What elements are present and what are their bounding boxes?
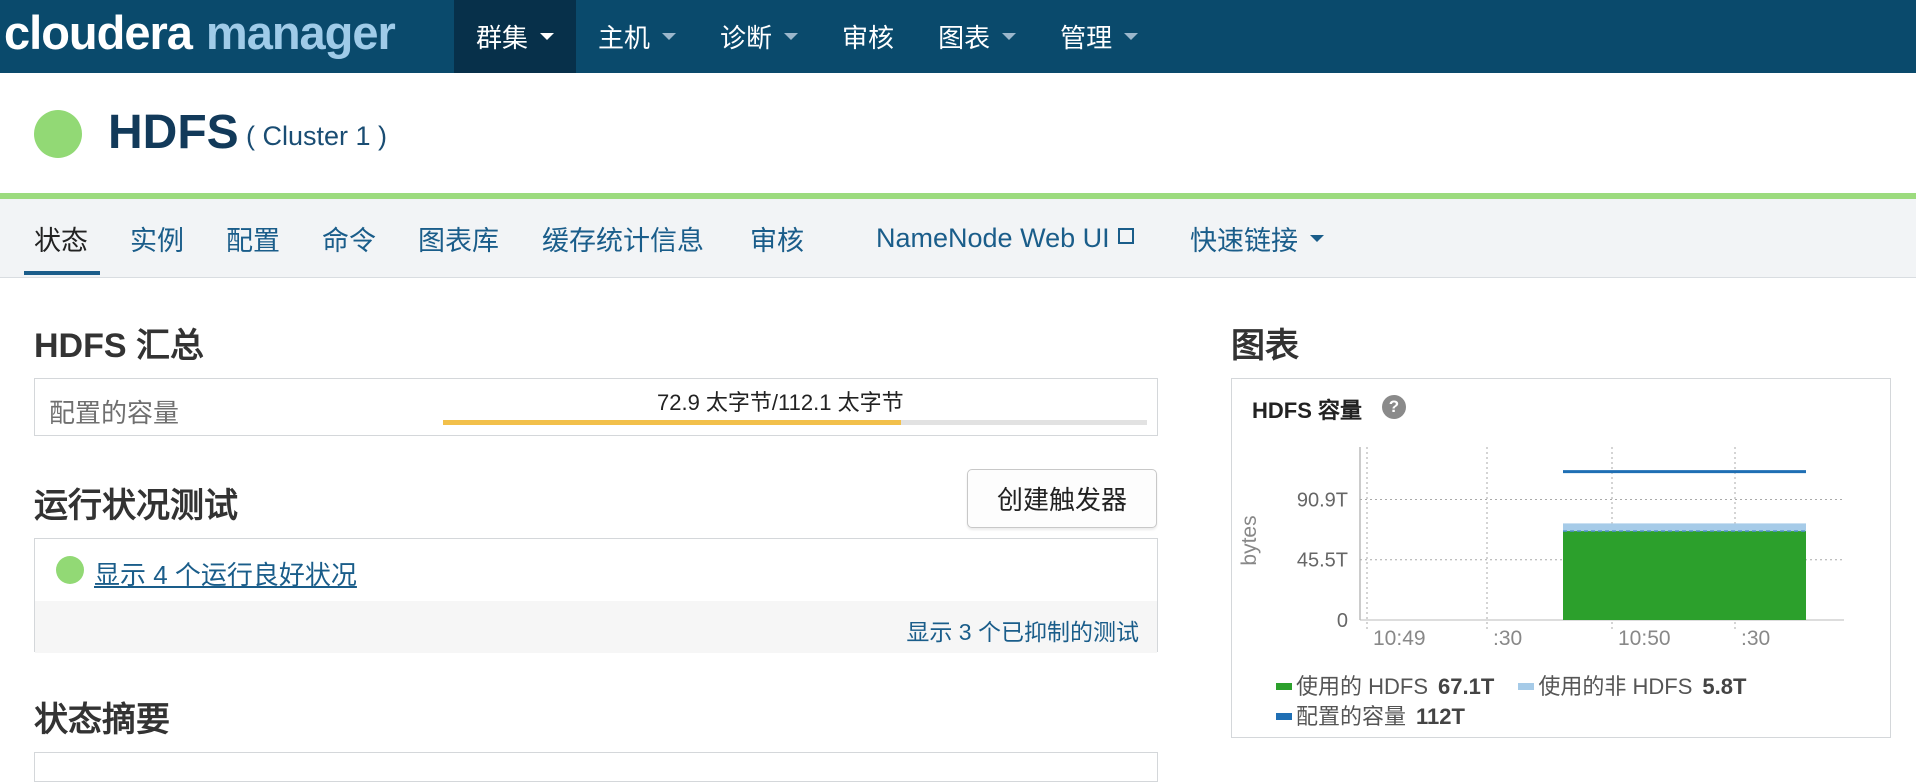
x-tick-label: 10:49: [1373, 627, 1426, 650]
tab-cache-statistics-label: 缓存统计信息: [542, 225, 704, 256]
tab-quick-links[interactable]: 快速链接: [1190, 199, 1324, 277]
tab-configuration-label: 配置: [226, 225, 280, 256]
health-tests-panel: 显示 4 个运行良好状况 显示 3 个已抑制的测试: [34, 538, 1158, 653]
nav-clusters-label: 群集: [476, 23, 529, 53]
tab-commands-label: 命令: [322, 225, 376, 256]
capacity-progress-fill: [443, 420, 901, 425]
service-cluster-name[interactable]: ( Cluster 1 ): [246, 121, 387, 152]
tab-namenode-web-ui[interactable]: NameNode Web UI: [876, 199, 1134, 277]
health-tests-heading: 运行状况测试: [34, 487, 238, 525]
legend-item-used-hdfs[interactable]: 使用的 HDFS 67.1T: [1276, 672, 1494, 702]
caret-down-icon: [784, 33, 799, 40]
tab-status-label: 状态: [34, 225, 88, 256]
tab-audits[interactable]: 审核: [750, 199, 804, 277]
tab-instances[interactable]: 实例: [130, 199, 184, 277]
nav-hosts[interactable]: 主机: [576, 0, 698, 73]
legend-value-used-hdfs: 67.1T: [1438, 674, 1495, 699]
active-tab-indicator: [24, 271, 100, 275]
nav-clusters[interactable]: 群集: [454, 0, 577, 73]
caret-down-icon: [1310, 234, 1324, 242]
nav-diagnostics-label: 诊断: [720, 23, 773, 53]
tab-chart-library[interactable]: 图表库: [418, 199, 499, 277]
nav-administration-label: 管理: [1060, 23, 1113, 53]
tab-namenode-web-ui-label: NameNode Web UI: [876, 222, 1110, 253]
nav-charts[interactable]: 图表: [916, 0, 1038, 73]
nav-hosts-label: 主机: [598, 23, 651, 53]
status-summary-panel: [34, 752, 1158, 782]
create-trigger-button[interactable]: 创建触发器: [967, 469, 1157, 528]
hdfs-summary-heading: HDFS 汇总: [34, 327, 204, 365]
tab-quick-links-label: 快速链接: [1190, 225, 1298, 256]
show-good-health-link[interactable]: 显示 4 个运行良好状况: [94, 555, 357, 592]
suppressed-tests-row: 显示 3 个已抑制的测试: [35, 601, 1157, 653]
nav-charts-label: 图表: [938, 23, 991, 53]
top-navbar: cloudera manager 群集 主机 诊断 审核 图表 管理: [0, 0, 1916, 73]
legend-swatch-used-hdfs: [1276, 682, 1292, 690]
service-tabs: 状态 实例 配置 命令 图表库 缓存统计信息 审核 NameNode Web U…: [0, 199, 1916, 278]
y-tick-label: 90.9T: [1297, 490, 1348, 512]
tab-audits-label: 审核: [750, 225, 804, 256]
external-link-icon: [1117, 228, 1134, 244]
health-good-row: 显示 4 个运行良好状况: [35, 539, 1157, 602]
hdfs-capacity-chart-panel: HDFS 容量 ? 0 45.5T 90.9T 10:49:30 10:50:30 byt…: [1231, 378, 1891, 738]
legend-item-used-non-hdfs[interactable]: 使用的非 HDFS 5.8T: [1518, 672, 1746, 702]
nav-administration[interactable]: 管理: [1038, 0, 1160, 73]
cloudera-manager-logo[interactable]: cloudera manager: [4, 2, 396, 62]
status-summary-heading: 状态摘要: [34, 701, 170, 739]
good-health-icon: [56, 556, 84, 584]
tab-status[interactable]: 状态: [34, 199, 88, 277]
tab-commands[interactable]: 命令: [322, 199, 376, 277]
tab-chart-library-label: 图表库: [418, 225, 499, 256]
show-suppressed-tests-link[interactable]: 显示 3 个已抑制的测试: [906, 613, 1139, 647]
service-title: HDFS: [108, 106, 239, 159]
y-axis-label: bytes: [1238, 515, 1261, 565]
service-header: HDFS ( Cluster 1 ): [0, 73, 1916, 193]
service-status-icon: [34, 110, 82, 158]
legend-label-used-hdfs: 使用的 HDFS: [1296, 674, 1429, 699]
legend-label-configured-capacity: 配置的容量: [1296, 704, 1407, 729]
charts-heading: 图表: [1231, 327, 1299, 365]
series-area-used-non-hdfs: [1563, 523, 1806, 532]
series-area-used-hdfs: [1563, 531, 1806, 620]
caret-down-icon: [1124, 33, 1139, 40]
tab-cache-statistics[interactable]: 缓存统计信息: [542, 199, 704, 277]
main-nav: 群集 主机 诊断 审核 图表 管理: [454, 0, 1160, 73]
caret-down-icon: [540, 33, 555, 40]
configured-capacity-row: 配置的容量 72.9 太字节/112.1 太字节: [34, 378, 1158, 436]
capacity-progress-bar: [443, 420, 1147, 425]
legend-label-used-non-hdfs: 使用的非 HDFS: [1538, 674, 1693, 699]
chart-legend: 使用的 HDFS 67.1T 使用的非 HDFS 5.8T 配置的容量 112T: [1276, 672, 1876, 732]
nav-audits[interactable]: 审核: [820, 0, 916, 73]
nav-audits-label: 审核: [842, 23, 895, 53]
configured-capacity-label: 配置的容量: [49, 398, 180, 428]
logo-text-manager: manager: [205, 5, 396, 59]
caret-down-icon: [1002, 33, 1017, 40]
legend-value-used-non-hdfs: 5.8T: [1702, 674, 1747, 699]
nav-diagnostics[interactable]: 诊断: [698, 0, 820, 73]
x-tick-label: :30: [1493, 627, 1522, 650]
tab-configuration[interactable]: 配置: [226, 199, 280, 277]
legend-swatch-used-non-hdfs: [1518, 682, 1535, 690]
legend-value-configured-capacity: 112T: [1416, 704, 1465, 729]
y-tick-label: 45.5T: [1297, 550, 1348, 572]
hdfs-capacity-chart[interactable]: 0 45.5T 90.9T 10:49 :30 10:50 :30 bytes: [1232, 379, 1892, 679]
logo-text-cloudera: cloudera: [4, 5, 193, 59]
legend-swatch-configured-capacity: [1276, 712, 1292, 720]
caret-down-icon: [662, 33, 677, 40]
legend-item-configured-capacity[interactable]: 配置的容量 112T: [1276, 702, 1465, 732]
configured-capacity-value: 72.9 太字节/112.1 太字节: [657, 390, 904, 415]
tab-instances-label: 实例: [130, 225, 184, 256]
x-tick-label: :30: [1741, 627, 1770, 650]
y-tick-label: 0: [1337, 610, 1348, 632]
x-tick-label: 10:50: [1618, 627, 1671, 650]
